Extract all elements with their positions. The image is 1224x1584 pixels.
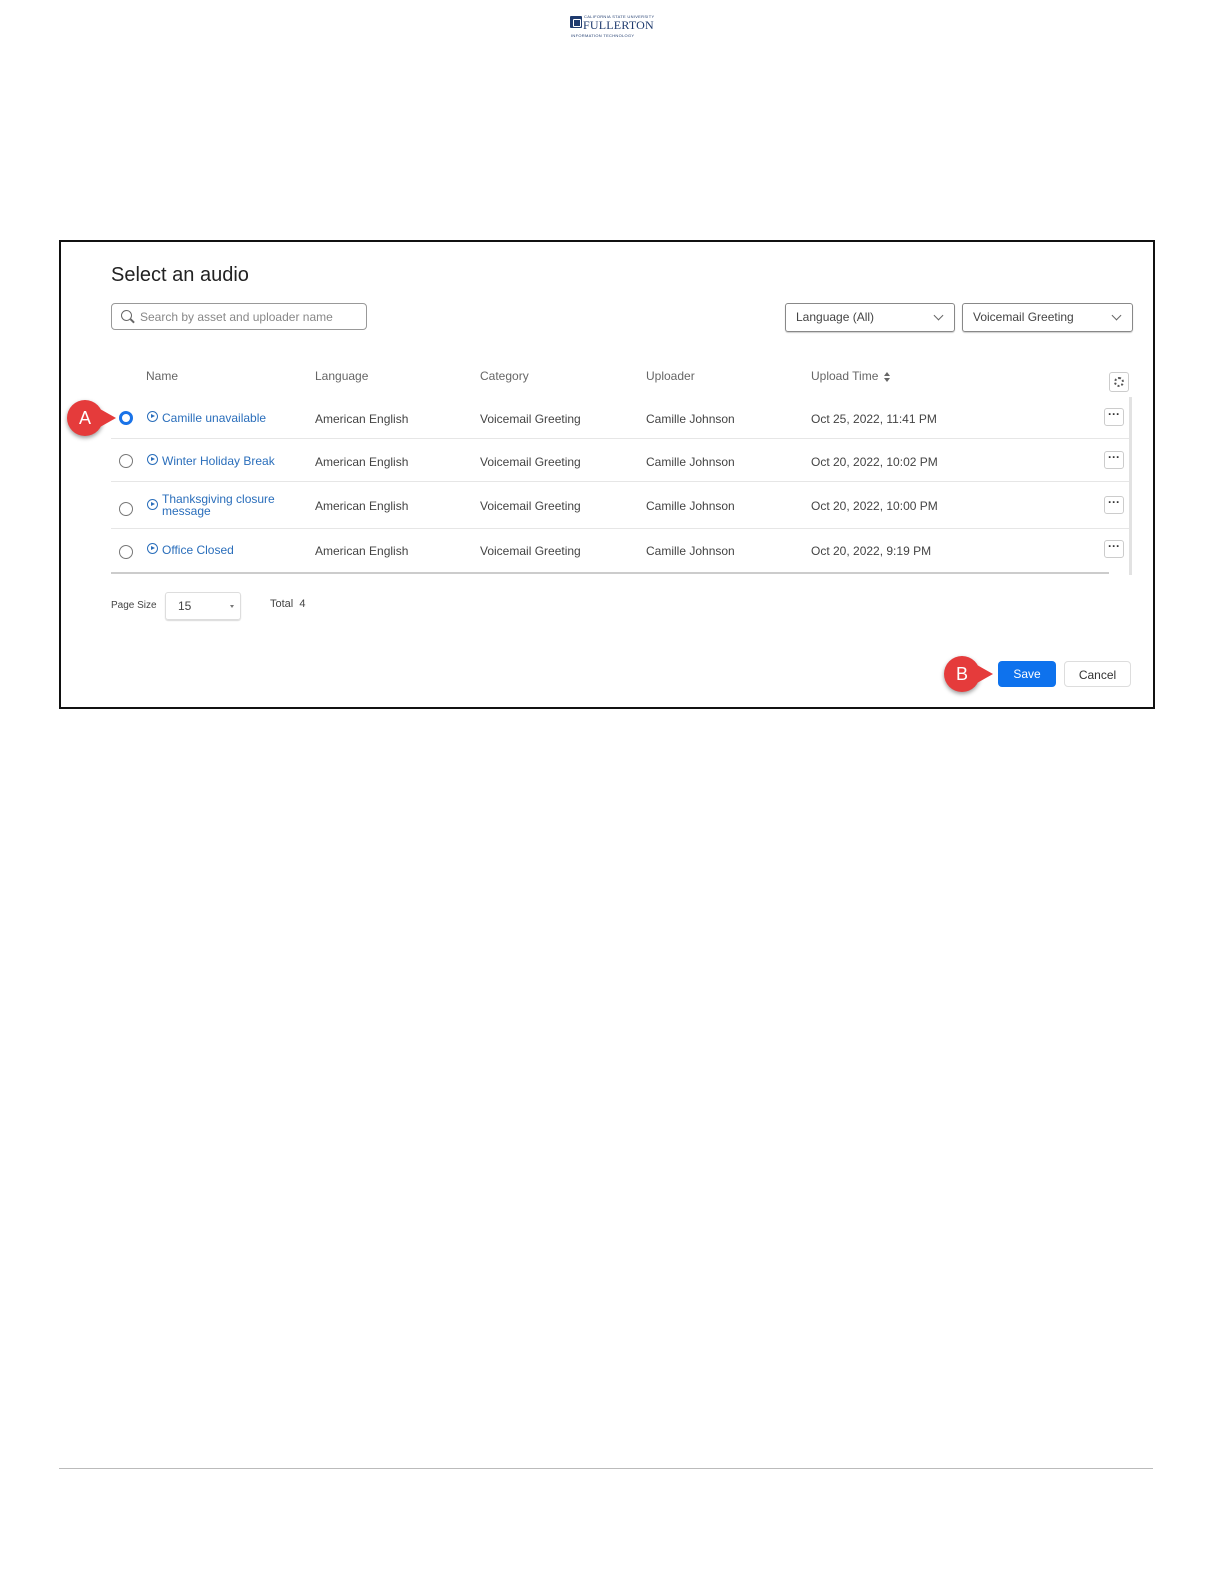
row-radio[interactable] (119, 545, 133, 559)
row-category: Voicemail Greeting (480, 499, 581, 513)
category-filter-dropdown[interactable]: Voicemail Greeting (962, 303, 1133, 332)
logo-sub-text: INFORMATION TECHNOLOGY (571, 33, 635, 38)
table-row[interactable]: Winter Holiday Break American English Vo… (111, 439, 1131, 482)
logo-main-text: FULLERTON (583, 18, 654, 32)
row-uploader: Camille Johnson (646, 412, 735, 426)
audio-name-link[interactable]: Winter Holiday Break (162, 455, 298, 467)
play-icon[interactable] (147, 411, 158, 422)
save-button[interactable]: Save (998, 661, 1056, 687)
total-count: Total 4 (270, 598, 306, 610)
chevron-down-icon (933, 310, 944, 321)
more-options-button[interactable]: ··· (1104, 451, 1124, 469)
table-row[interactable]: Office Closed American English Voicemail… (111, 529, 1131, 571)
fullerton-logo: CALIFORNIA STATE UNIVERSITY FULLERTON IN… (570, 14, 654, 40)
play-icon[interactable] (147, 543, 158, 554)
row-language: American English (315, 499, 409, 513)
upload-time-label: Upload Time (811, 369, 879, 383)
column-header-category: Category (480, 369, 529, 383)
row-category: Voicemail Greeting (480, 544, 581, 558)
callout-marker-b-label: B (955, 664, 968, 684)
row-upload-time: Oct 20, 2022, 9:19 PM (811, 544, 932, 558)
language-filter-dropdown[interactable]: Language (All) (785, 303, 955, 332)
search-box[interactable] (111, 303, 367, 330)
caret-down-icon (230, 605, 234, 608)
page-size-value: 15 (178, 599, 192, 613)
table-row[interactable]: Camille unavailable American English Voi… (111, 396, 1131, 439)
play-icon[interactable] (147, 499, 158, 510)
row-upload-time: Oct 20, 2022, 10:02 PM (811, 455, 938, 469)
page-size-label: Page Size (111, 600, 157, 611)
row-uploader: Camille Johnson (646, 455, 735, 469)
horizontal-scrollbar[interactable] (111, 572, 1109, 574)
row-language: American English (315, 544, 409, 558)
callout-marker-a-label: A (78, 408, 91, 428)
category-filter-value: Voicemail Greeting (973, 310, 1074, 324)
more-options-button[interactable]: ··· (1104, 496, 1124, 514)
page-size-select[interactable]: 15 (165, 592, 241, 620)
more-options-button[interactable]: ··· (1104, 408, 1124, 426)
university-shield-icon (570, 16, 582, 28)
row-category: Voicemail Greeting (480, 412, 581, 426)
row-upload-time: Oct 20, 2022, 10:00 PM (811, 499, 938, 513)
row-language: American English (315, 412, 409, 426)
more-options-button[interactable]: ··· (1104, 540, 1124, 558)
column-header-uploader: Uploader (646, 369, 695, 383)
table-row[interactable]: Thanksgiving closure message American En… (111, 482, 1131, 529)
row-radio[interactable] (119, 454, 133, 468)
select-audio-dialog: Select an audio Language (All) Voicemail… (59, 240, 1155, 709)
footer-divider (59, 1468, 1153, 1469)
row-category: Voicemail Greeting (480, 455, 581, 469)
row-radio[interactable] (119, 502, 133, 516)
audio-name-link[interactable]: Camille unavailable (162, 412, 298, 424)
row-radio[interactable] (119, 411, 133, 425)
row-uploader: Camille Johnson (646, 544, 735, 558)
audio-name-link[interactable]: Office Closed (162, 544, 298, 556)
vertical-scrollbar[interactable] (1129, 397, 1132, 575)
play-icon[interactable] (147, 454, 158, 465)
column-header-language: Language (315, 369, 369, 383)
dialog-title: Select an audio (111, 264, 249, 286)
search-icon (121, 310, 132, 321)
callout-marker-b: B (944, 656, 993, 692)
total-value: 4 (299, 598, 306, 610)
sort-icon[interactable] (884, 371, 891, 383)
column-header-upload-time[interactable]: Upload Time (811, 369, 891, 383)
row-language: American English (315, 455, 409, 469)
callout-marker-a: A (67, 400, 116, 436)
chevron-down-icon (1111, 310, 1122, 321)
row-upload-time: Oct 25, 2022, 11:41 PM (811, 412, 937, 426)
total-label: Total (270, 598, 294, 610)
column-header-name: Name (146, 369, 179, 383)
gear-icon[interactable] (1109, 372, 1129, 392)
cancel-button[interactable]: Cancel (1064, 661, 1131, 687)
row-uploader: Camille Johnson (646, 499, 735, 513)
language-filter-value: Language (All) (796, 310, 875, 324)
audio-name-link[interactable]: Thanksgiving closure message (162, 493, 298, 517)
search-input[interactable] (138, 307, 362, 327)
